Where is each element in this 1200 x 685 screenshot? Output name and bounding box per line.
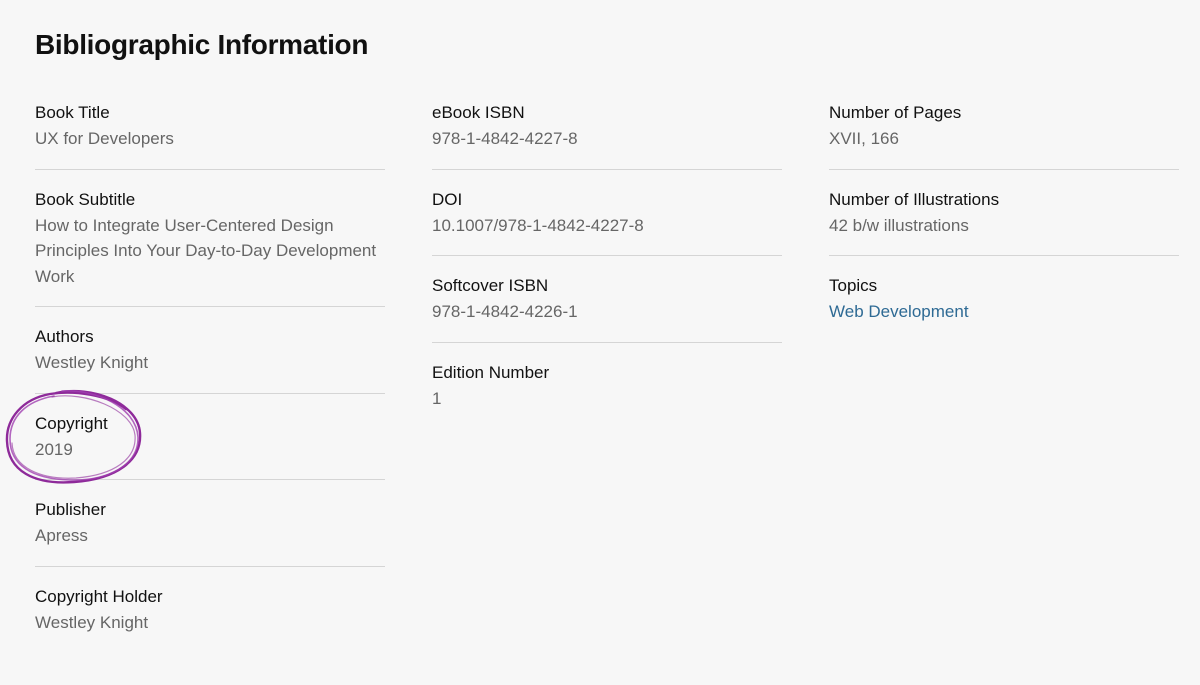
field-topics: Topics Web Development	[829, 273, 1179, 342]
bibliographic-page: Bibliographic Information Book Title UX …	[0, 0, 1200, 685]
field-edition-number: Edition Number 1	[432, 360, 782, 429]
section-title: Bibliographic Information	[35, 29, 369, 60]
field-label: DOI	[432, 189, 463, 209]
field-softcover-isbn: Softcover ISBN 978-1-4842-4226-1	[432, 273, 782, 343]
field-value: 978-1-4842-4226-1	[432, 302, 578, 321]
field-label: Book Title	[35, 103, 110, 122]
field-value: How to Integrate User-Centered Design Pr…	[35, 215, 377, 286]
field-number-of-pages: Number of Pages XVII, 166	[829, 100, 1179, 170]
bibliographic-column-1: Book Title UX for Developers Book Subtit…	[35, 100, 385, 669]
field-value: XVII, 166	[829, 129, 899, 148]
field-value: Westley Knight	[35, 612, 149, 632]
field-label: Publisher	[35, 500, 106, 519]
field-publisher: Publisher Apress	[35, 497, 385, 567]
field-copyright-holder: Copyright Holder Westley Knight	[35, 584, 385, 653]
field-label: Authors	[35, 327, 94, 346]
field-number-of-illustrations: Number of Illustrations 42 b/w illustrat…	[829, 187, 1179, 256]
field-authors: Authors Westley Knight	[35, 324, 385, 394]
field-value: 2019	[35, 439, 73, 459]
field-label: Edition Number	[432, 362, 550, 382]
bibliographic-column-3: Number of Pages XVII, 166 Number of Illu…	[829, 100, 1179, 359]
field-ebook-isbn: eBook ISBN 978-1-4842-4227-8	[432, 100, 782, 170]
field-value: 42 b/w illustrations	[829, 215, 969, 235]
field-label: eBook ISBN	[432, 103, 525, 122]
field-value: Westley Knight	[35, 353, 149, 372]
field-doi: DOI 10.1007/978-1-4842-4227-8	[432, 187, 782, 256]
field-book-title: Book Title UX for Developers	[35, 100, 385, 170]
topic-link-web-development[interactable]: Web Development	[829, 299, 969, 325]
field-value: UX for Developers	[35, 129, 174, 148]
field-copyright: Copyright 2019	[35, 411, 385, 480]
field-label: Copyright Holder	[35, 586, 163, 606]
field-label: Book Subtitle	[35, 189, 136, 209]
field-label: Number of Pages	[829, 103, 962, 122]
field-value: 1	[432, 388, 442, 408]
field-value: 978-1-4842-4227-8	[432, 129, 578, 148]
field-label: Copyright	[35, 413, 108, 433]
field-label: Topics	[829, 276, 878, 295]
bibliographic-column-2: eBook ISBN 978-1-4842-4227-8 DOI 10.1007…	[432, 100, 782, 445]
field-value: Apress	[35, 526, 88, 545]
field-book-subtitle: Book Subtitle How to Integrate User-Cent…	[35, 187, 385, 307]
field-label: Number of Illustrations	[829, 189, 1000, 209]
field-value: 10.1007/978-1-4842-4227-8	[432, 215, 644, 235]
field-label: Softcover ISBN	[432, 276, 549, 295]
